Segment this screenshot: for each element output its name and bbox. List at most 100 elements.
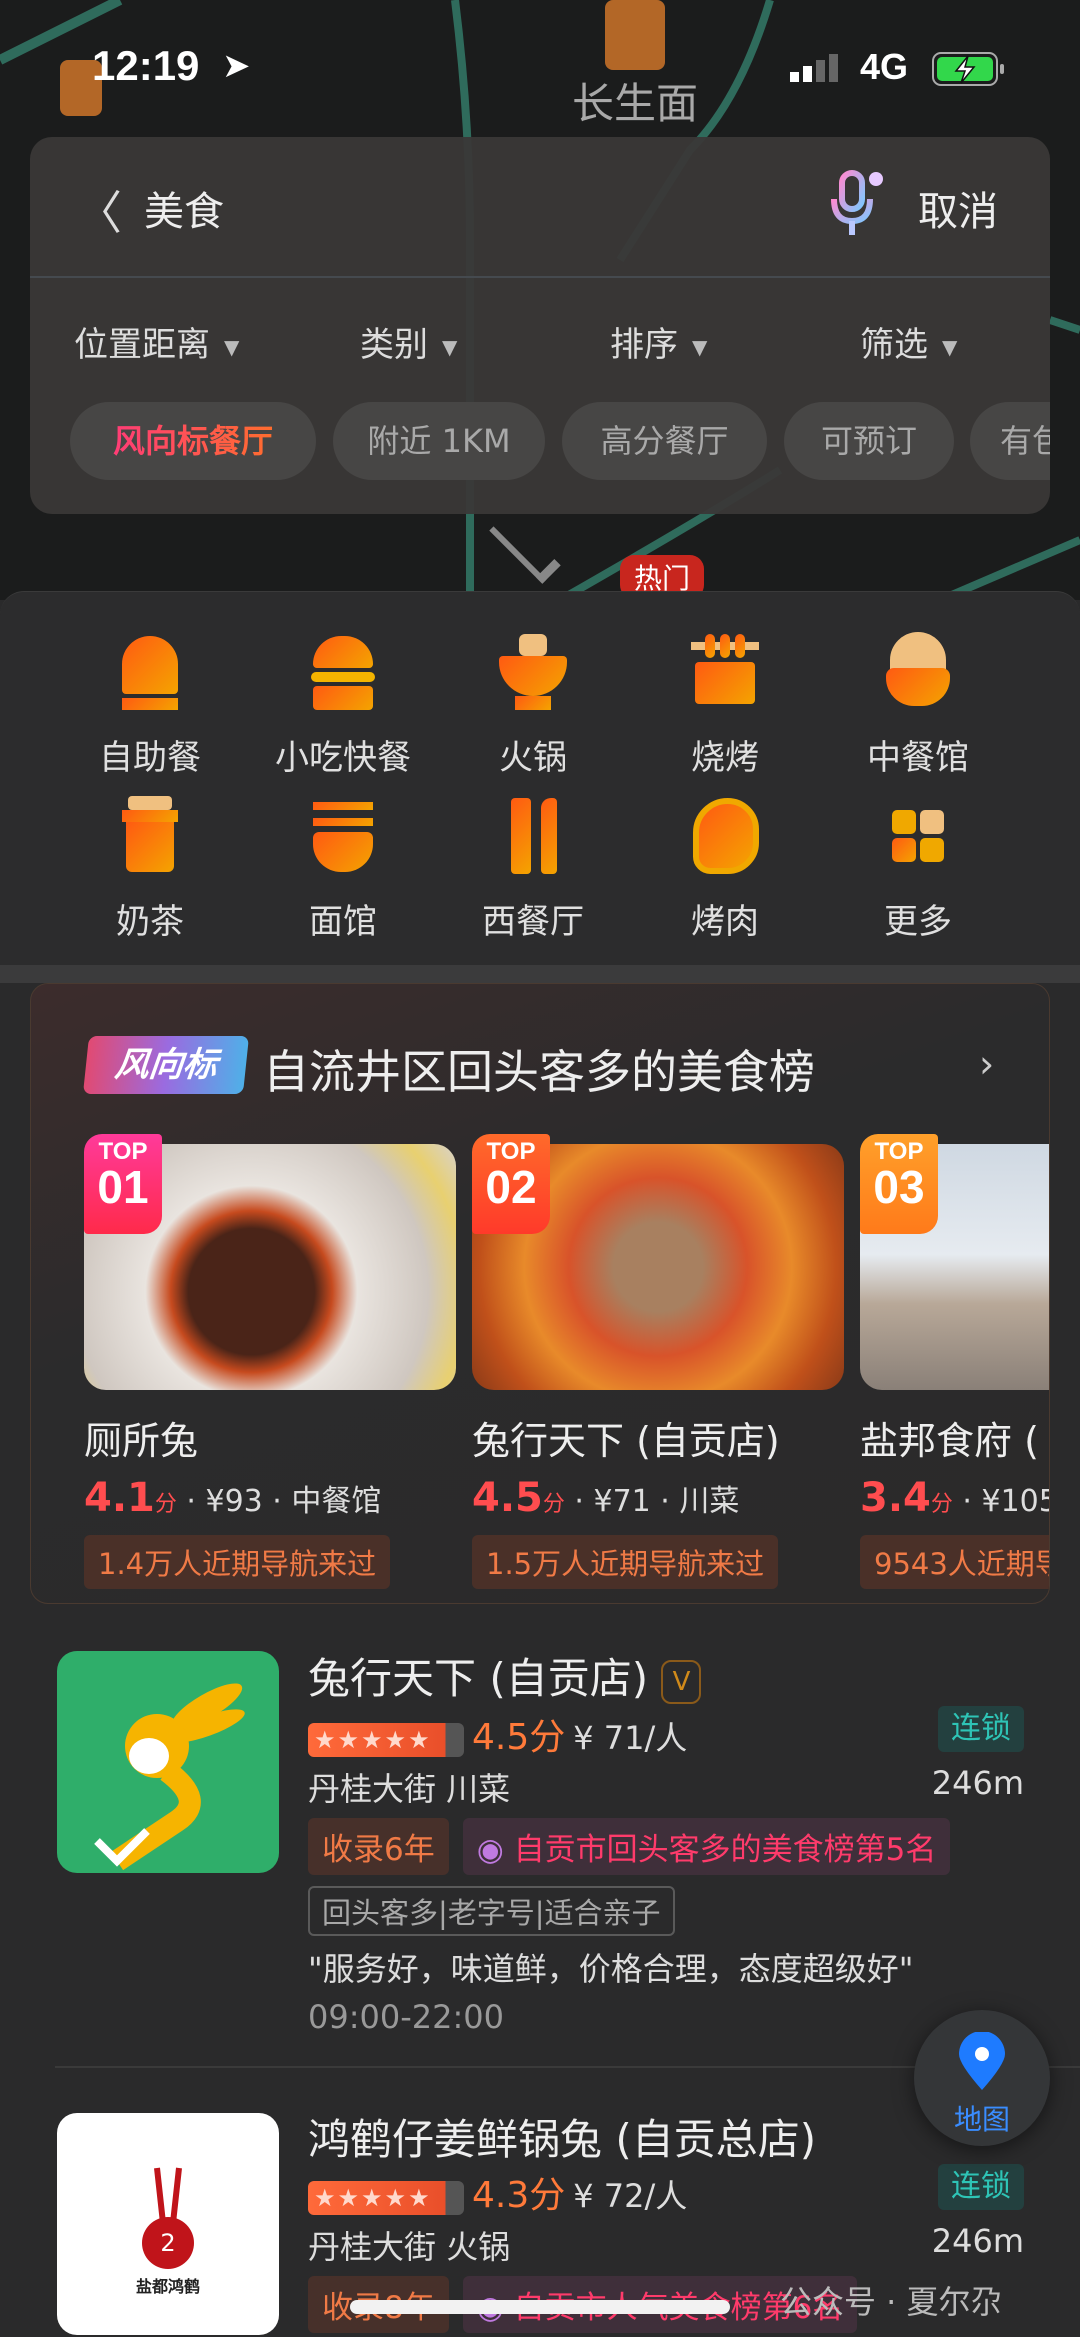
milk-tea-icon — [110, 796, 190, 876]
category-hotpot[interactable]: 火锅 — [443, 632, 623, 779]
category-label: 火锅 — [499, 738, 567, 778]
star-rating: ★★★★★ — [308, 2181, 464, 2215]
category-label: 西餐厅 — [482, 902, 584, 942]
caret-down-icon: ▼ — [942, 334, 958, 359]
noodle-icon — [303, 796, 383, 876]
cancel-button[interactable]: 取消 — [918, 179, 998, 237]
opening-hours: 09:00-22:00 — [308, 1998, 504, 2036]
years-badge: 收录6年 — [308, 1818, 449, 1875]
top-rank-badge: TOP 01 — [84, 1134, 162, 1234]
category-milktea[interactable]: 奶茶 — [60, 796, 240, 943]
rabbit-logo-icon: 2 — [142, 2167, 194, 2269]
ranking-item[interactable]: TOP 02 兔行天下 (自贡店) 4.5分 · ¥71 · 川菜 1.5万人近期… — [472, 1134, 844, 1589]
hotpot-icon — [493, 632, 573, 712]
filter-label: 排序 — [610, 325, 678, 365]
category-label: 更多 — [884, 902, 952, 942]
grid-more-icon — [878, 796, 958, 876]
chip-fengxiangbiao[interactable]: 风向标餐厅 — [70, 402, 316, 480]
home-indicator[interactable] — [350, 2300, 730, 2314]
back-button[interactable]: 〈 — [76, 177, 122, 243]
chain-badge: 连锁 — [938, 2164, 1024, 2210]
section-separator — [0, 965, 1080, 983]
search-query[interactable]: 美食 — [144, 179, 224, 237]
restaurant-logo: 2 盐都鸿鹤 — [57, 2113, 279, 2335]
buffet-bell-icon — [110, 632, 190, 712]
category-bbq[interactable]: 烧烤 — [635, 632, 815, 779]
microphone-icon[interactable] — [830, 169, 884, 241]
star-rating: ★★★★★ — [308, 1723, 464, 1757]
svg-text:2: 2 — [160, 2229, 175, 2257]
restaurant-meta: 4.1分 · ¥93 · 中餐馆 — [84, 1475, 382, 1521]
visits-tag: 1.4万人近期导航来过 — [84, 1535, 391, 1589]
filter-screen[interactable]: 筛选 ▼ — [860, 317, 957, 366]
status-bar: 12:19 ➤ 4G — [0, 42, 1080, 102]
restaurant-name: 鸿鹤仔姜鲜锅兔 (自贡总店) — [308, 2115, 817, 2164]
ranking-title[interactable]: 自流井区回头客多的美食榜 — [263, 1036, 815, 1102]
ranking-item[interactable]: TOP03 盐邦食府 ( 3.4分 · ¥105 9543人近期导航来过 — [860, 1134, 1049, 1589]
caret-down-icon: ▼ — [692, 334, 708, 359]
ranking-item[interactable]: TOP 01 厕所兔 4.1分 · ¥93 · 中餐馆 1.4万人近期导航来过 — [84, 1134, 456, 1589]
filter-label: 位置距离 — [74, 325, 210, 365]
chip-nearby-1km[interactable]: 附近 1KM — [333, 402, 545, 480]
network-type: 4G — [860, 46, 909, 87]
visits-tag: 9543人近期导航来过 — [860, 1535, 1049, 1589]
grill-icon — [685, 632, 765, 712]
battery-charging-icon — [932, 52, 1004, 86]
filter-sort[interactable]: 排序 ▼ — [610, 317, 707, 366]
restaurant-name: 兔行天下 (自贡店) V — [308, 1645, 702, 1706]
burger-icon — [303, 632, 383, 712]
badges-row: 收录6年 ◉ 自贡市回头客多的美食榜第5名 — [308, 1818, 951, 1875]
chain-badge: 连锁 — [938, 1706, 1024, 1752]
feature-tags: 回头客多|老字号|适合亲子 — [308, 1886, 675, 1936]
category-buffet[interactable]: 自助餐 — [60, 632, 240, 779]
address: 丹桂大街 火锅 — [308, 2228, 511, 2266]
map-view-button[interactable]: 地图 — [914, 2010, 1050, 2146]
category-label: 小吃快餐 — [275, 738, 411, 778]
rice-bowl-icon — [878, 632, 958, 712]
category-grilled-meat[interactable]: 烤肉 — [635, 796, 815, 943]
divider — [30, 276, 1050, 278]
review-quote: "服务好，味道鲜，价格合理，态度超级好" — [308, 1950, 914, 1988]
fengxiangbiao-badge: 风向标 — [82, 1036, 250, 1094]
restaurant-name: 兔行天下 (自贡店) — [472, 1419, 780, 1463]
category-grid: 自助餐 小吃快餐 火锅 烧烤 中餐馆 奶茶 面馆 西餐厅 烤肉 更多 — [0, 591, 1080, 965]
category-label: 面馆 — [309, 902, 377, 942]
signal-icon — [790, 54, 838, 82]
visits-tag: 1.5万人近期导航来过 — [472, 1535, 779, 1589]
category-western[interactable]: 西餐厅 — [443, 796, 623, 943]
restaurant-name: 盐邦食府 ( — [860, 1419, 1039, 1463]
top-rank-badge: TOP 03 — [860, 1134, 938, 1234]
category-snack[interactable]: 小吃快餐 — [253, 632, 433, 779]
chevron-right-icon[interactable]: › — [979, 1042, 994, 1086]
filter-distance[interactable]: 位置距离 ▼ — [74, 317, 239, 366]
top-rank-badge: TOP 02 — [472, 1134, 550, 1234]
distance: 246m — [931, 1764, 1024, 1802]
caret-down-icon: ▼ — [442, 334, 458, 359]
category-label: 中餐馆 — [867, 738, 969, 778]
address: 丹桂大街 川菜 — [308, 1770, 511, 1808]
rabbit-logo-icon — [94, 1683, 245, 1871]
category-noodles[interactable]: 面馆 — [253, 796, 433, 943]
fork-knife-icon — [493, 796, 573, 876]
location-arrow-icon: ➤ — [222, 46, 251, 86]
watermark: 公众号 · 夏尔尕 — [780, 2283, 1003, 2321]
ranking-medal-icon: ◉ — [476, 1832, 514, 1868]
location-pin-icon — [959, 2031, 1005, 2090]
restaurant-logo — [57, 1651, 279, 1873]
chip-high-rated[interactable]: 高分餐厅 — [562, 402, 767, 480]
restaurant-name: 厕所兔 — [84, 1419, 199, 1463]
category-more[interactable]: 更多 — [828, 796, 1008, 943]
chip-reservable[interactable]: 可预订 — [784, 402, 954, 480]
ranking-card[interactable]: 风向标 自流井区回头客多的美食榜 › TOP 01 厕所兔 4.1分 · ¥93 … — [30, 983, 1050, 1604]
chip-more[interactable]: 有包 — [970, 402, 1050, 480]
list-rank-badge: ◉ 自贡市回头客多的美食榜第5名 — [462, 1818, 951, 1875]
status-time: 12:19 — [92, 42, 200, 89]
rating-row: ★★★★★ 4.3分 ¥ 72/人 — [308, 2166, 687, 2218]
category-label: 奶茶 — [116, 902, 184, 942]
category-label: 自助餐 — [99, 738, 201, 778]
filter-category[interactable]: 类别 ▼ — [360, 317, 457, 366]
restaurant-meta: 4.5分 · ¥71 · 川菜 — [472, 1475, 740, 1521]
map-button-label: 地图 — [953, 2103, 1010, 2136]
category-chinese[interactable]: 中餐馆 — [828, 632, 1008, 779]
caret-down-icon: ▼ — [224, 334, 240, 359]
